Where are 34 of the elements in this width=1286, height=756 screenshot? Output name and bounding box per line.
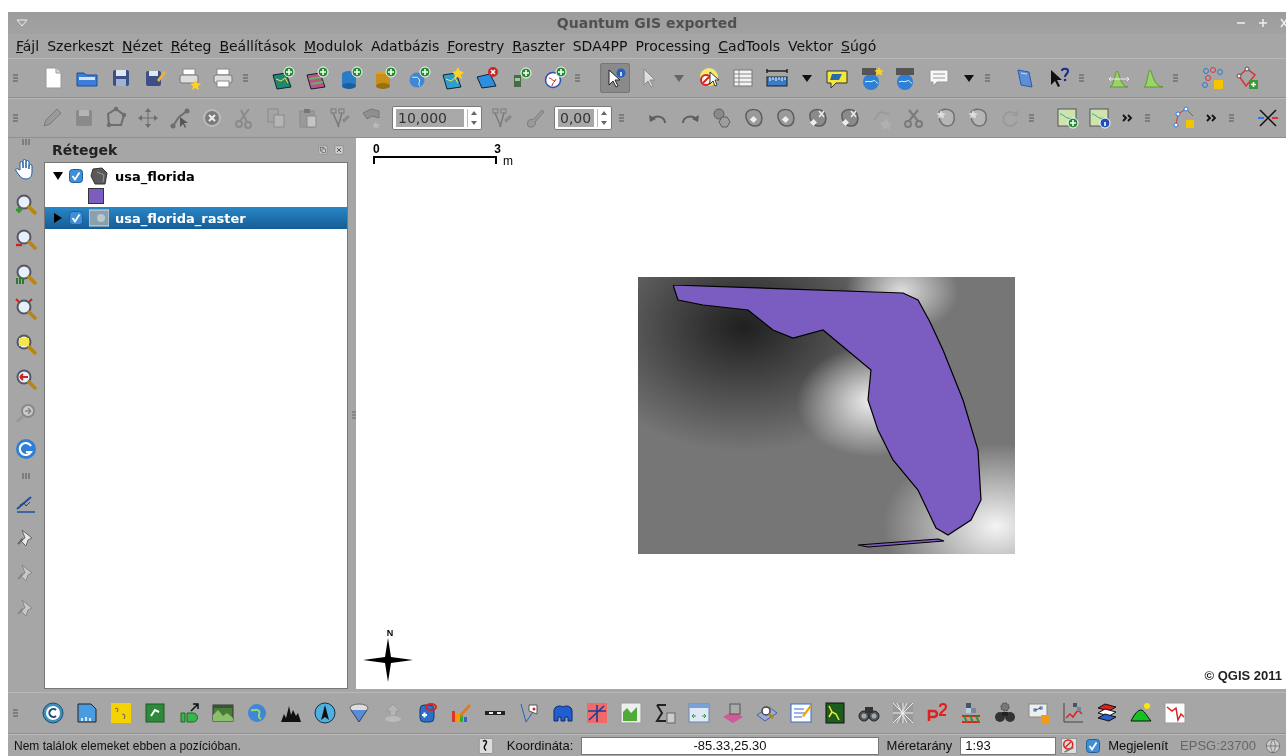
menu-item[interactable]: CadTools xyxy=(714,38,784,54)
panel-title: Rétegek xyxy=(52,142,118,158)
menu-item[interactable]: Nézet xyxy=(118,38,167,54)
status-message: Nem találok elemeket ebben a pozícióban. xyxy=(14,738,242,753)
coordinate-field[interactable]: -85.33,25.30 xyxy=(581,736,879,755)
scale-unit: m xyxy=(503,156,513,166)
menu-item[interactable]: Modulok xyxy=(299,38,367,54)
offset-spin-field[interactable]: 0,00 xyxy=(554,106,612,130)
menu-item[interactable]: Szerkeszt xyxy=(43,38,119,54)
menu-item[interactable]: Fájl xyxy=(12,38,44,54)
render-label: Megjelenít xyxy=(1108,738,1169,753)
layer-item[interactable]: usa_florida_raster xyxy=(45,207,347,229)
window-title: Quantum GIS exported xyxy=(555,15,739,31)
menu-item[interactable]: Vektor xyxy=(784,38,838,54)
menu-item[interactable]: Beállítások xyxy=(215,38,300,54)
menu-item[interactable]: Raszter xyxy=(508,38,569,54)
copyright-label: © QGIS 2011 xyxy=(1204,668,1282,683)
coordinate-label: Koordináta: xyxy=(506,738,574,753)
menu-item[interactable]: Súgó xyxy=(837,38,881,54)
menu-item[interactable]: Processing xyxy=(631,38,715,54)
tolerance-spin-field[interactable]: 10,000 xyxy=(392,106,482,130)
layer-name: usa_florida xyxy=(115,168,195,184)
layer-name: usa_florida_raster xyxy=(115,210,246,226)
scale-label: 0 xyxy=(373,142,380,156)
menu-item[interactable]: Réteg xyxy=(166,38,216,54)
north-label: N xyxy=(386,628,394,638)
menu-item[interactable]: SDA4PP xyxy=(568,38,632,54)
scale-label: Méretarány xyxy=(886,738,953,753)
menu-item[interactable]: Adatbázis xyxy=(366,38,444,54)
scale-field[interactable]: 1:93 xyxy=(960,736,1057,755)
scale-label: 3 xyxy=(494,142,501,156)
menu-item[interactable]: Forestry xyxy=(443,38,509,54)
map-canvas[interactable]: 0 3 m N © QGIS 2011 xyxy=(356,138,1286,689)
layer-item[interactable]: usa_florida xyxy=(45,165,347,187)
